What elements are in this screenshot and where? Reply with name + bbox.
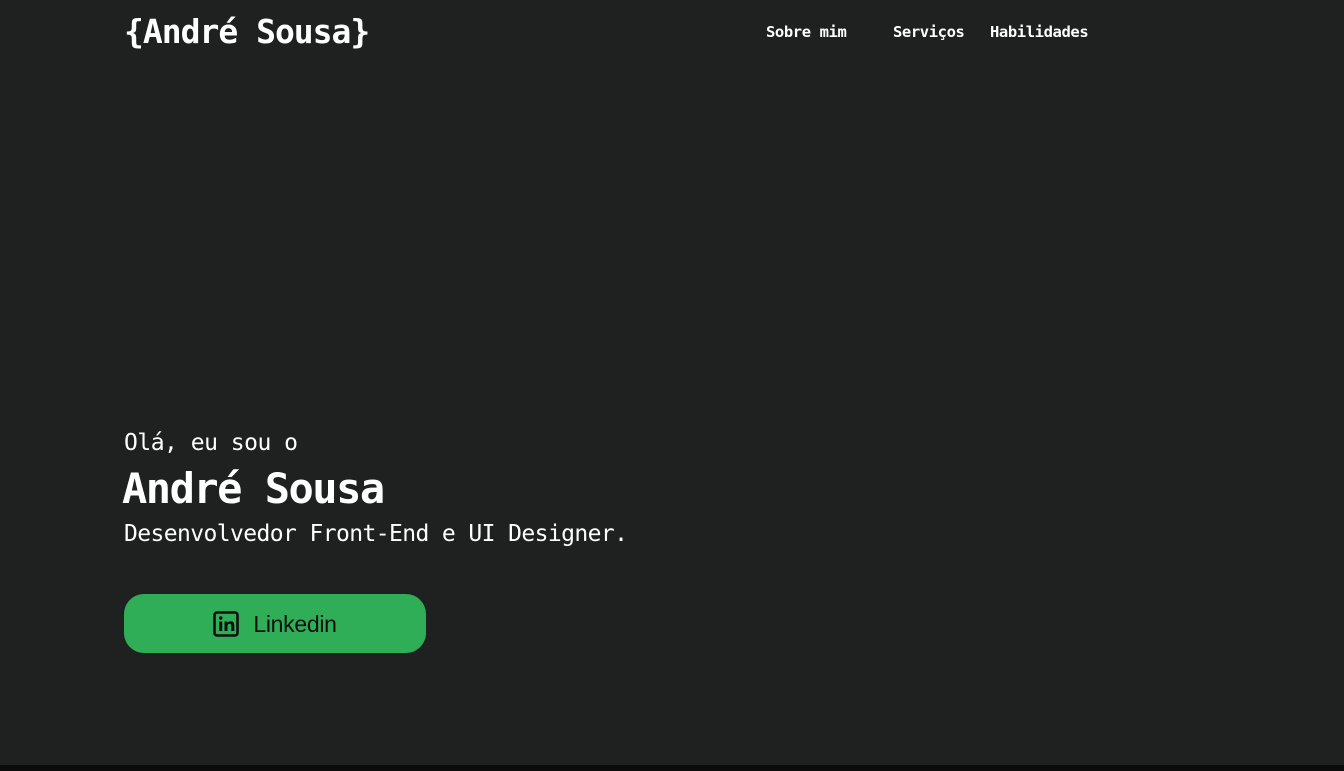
- site-logo[interactable]: {André Sousa}: [124, 10, 370, 54]
- nav-link-servicos[interactable]: Serviços: [893, 21, 965, 43]
- linkedin-icon: [213, 610, 240, 637]
- nav-link-habilidades[interactable]: Habilidades: [990, 21, 1089, 43]
- hero-greeting: Olá, eu sou o: [124, 430, 298, 456]
- hero-name: André Sousa: [122, 464, 385, 513]
- linkedin-button[interactable]: Linkedin: [124, 594, 426, 653]
- page: {André Sousa} Sobre mim Serviços Habilid…: [0, 0, 1344, 765]
- linkedin-button-label: Linkedin: [253, 610, 337, 637]
- hero-role: Desenvolvedor Front-End e UI Designer.: [124, 521, 628, 547]
- bottom-edge: [0, 765, 1344, 771]
- nav-link-sobre-mim[interactable]: Sobre mim: [766, 21, 847, 43]
